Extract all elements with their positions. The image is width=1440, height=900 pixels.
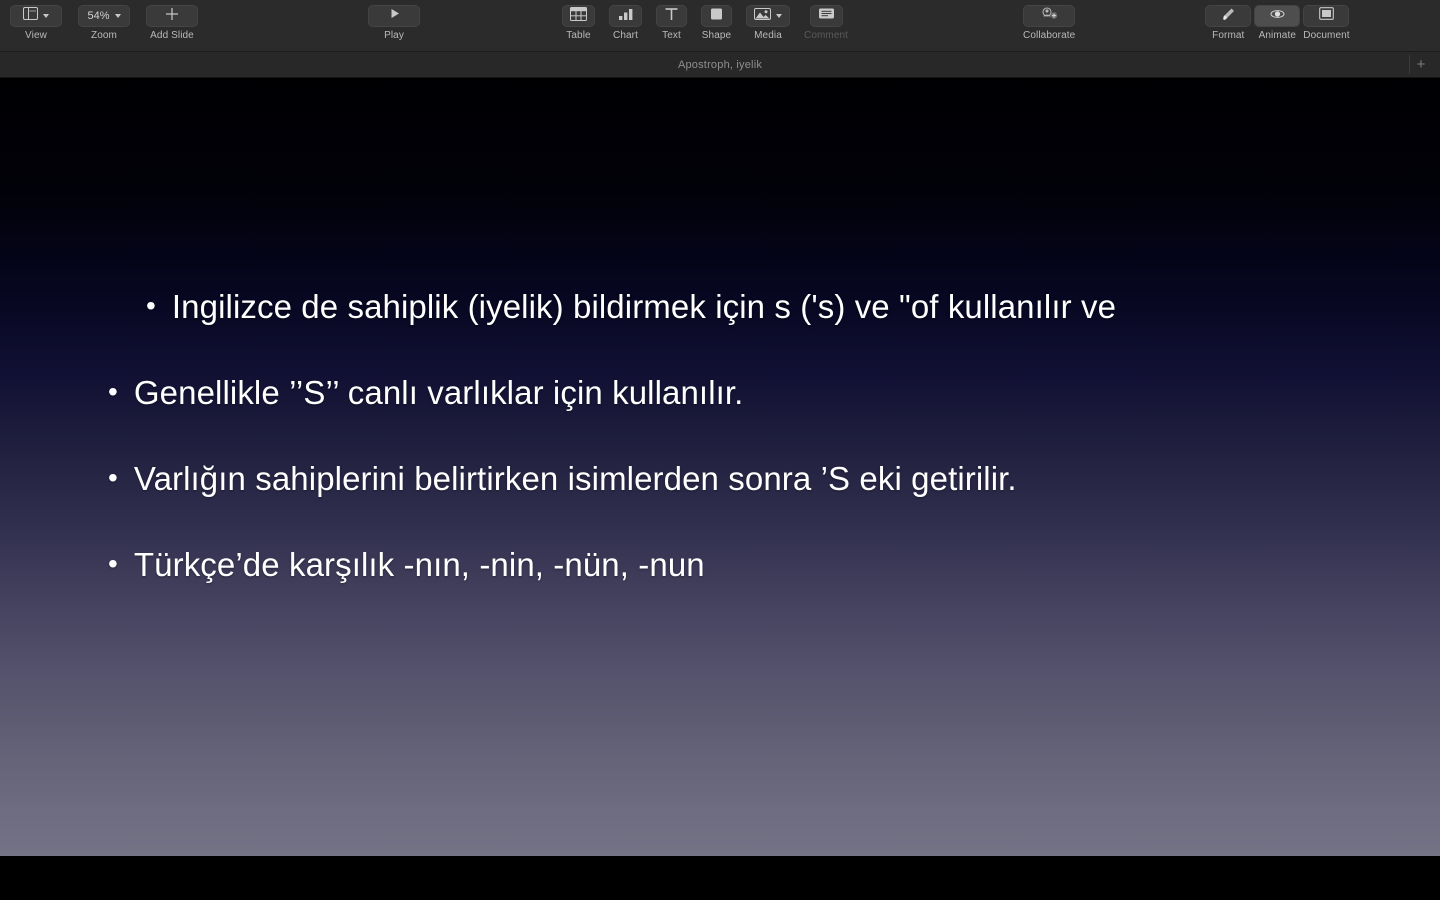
toolbar-item-text[interactable]: Text bbox=[656, 0, 687, 41]
main-toolbar: View 54% Zoom Add Slide Play Table Chart… bbox=[0, 0, 1440, 52]
media-label: Media bbox=[754, 30, 782, 41]
bullet-glyph: • bbox=[146, 290, 156, 321]
list-item[interactable]: • Genellikle ’’S’’ canlı varlıklar için … bbox=[0, 374, 1440, 413]
list-item[interactable]: • Türkçe’de karşılık -nın, -nin, -nün, -… bbox=[0, 546, 1440, 585]
animate-button[interactable] bbox=[1254, 5, 1301, 27]
person-add-icon bbox=[1040, 6, 1059, 26]
zoom-button[interactable]: 54% bbox=[78, 5, 130, 27]
chevron-down-icon bbox=[776, 14, 782, 18]
sidebar-layout-icon bbox=[23, 7, 38, 25]
toolbar-item-shape[interactable]: Shape bbox=[701, 0, 732, 41]
shape-label: Shape bbox=[701, 30, 732, 41]
toolbar-item-collaborate[interactable]: Collaborate bbox=[1023, 0, 1075, 41]
bullet-glyph: • bbox=[108, 461, 118, 493]
square-shape-icon bbox=[709, 7, 724, 26]
bullet-glyph: • bbox=[108, 547, 118, 579]
collaborate-label: Collaborate bbox=[1023, 30, 1076, 41]
format-label: Format bbox=[1212, 30, 1245, 41]
new-tab-button[interactable]: + bbox=[1410, 52, 1432, 77]
list-item-text: Türkçe’de karşılık -nın, -nin, -nün, -nu… bbox=[133, 545, 705, 583]
text-label: Text bbox=[662, 30, 681, 41]
media-button[interactable] bbox=[746, 5, 790, 27]
view-button[interactable] bbox=[10, 5, 62, 27]
toolbar-item-animate[interactable]: Animate bbox=[1254, 0, 1301, 41]
toolbar-item-chart[interactable]: Chart bbox=[609, 0, 642, 41]
list-item[interactable]: • Ingilizce de sahiplik (iyelik) bildirm… bbox=[0, 288, 1440, 327]
format-button[interactable] bbox=[1205, 5, 1252, 27]
list-item[interactable]: • Varlığın sahiplerini belirtirken isiml… bbox=[0, 460, 1440, 499]
toolbar-item-document[interactable]: Document bbox=[1303, 0, 1350, 41]
shape-button[interactable] bbox=[701, 5, 732, 27]
slide-canvas[interactable]: • Ingilizce de sahiplik (iyelik) bildirm… bbox=[0, 78, 1440, 899]
insert-group: Table Chart Text Shape Media Comment bbox=[562, 0, 848, 41]
document-icon bbox=[1319, 7, 1334, 25]
chevron-down-icon bbox=[43, 14, 49, 18]
comment-label: Comment bbox=[804, 30, 849, 41]
slide[interactable]: • Ingilizce de sahiplik (iyelik) bildirm… bbox=[0, 78, 1440, 856]
play-label: Play bbox=[384, 30, 404, 41]
document-title[interactable]: Apostroph, iyelik bbox=[678, 59, 762, 71]
toolbar-item-comment[interactable]: Comment bbox=[804, 0, 848, 41]
paintbrush-icon bbox=[1221, 7, 1236, 26]
zoom-value: 54% bbox=[87, 10, 110, 22]
list-item-text: Varlığın sahiplerini belirtirken isimler… bbox=[133, 459, 1017, 497]
collaborate-button[interactable] bbox=[1023, 5, 1076, 27]
document-label: Document bbox=[1303, 30, 1350, 41]
toolbar-item-play[interactable]: Play bbox=[368, 0, 420, 41]
table-label: Table bbox=[566, 30, 591, 41]
toolbar-item-view[interactable]: View bbox=[10, 0, 62, 41]
chart-button[interactable] bbox=[609, 5, 642, 27]
toolbar-item-zoom[interactable]: 54% Zoom bbox=[78, 0, 130, 41]
comment-icon bbox=[818, 7, 835, 26]
document-tab-bar: Apostroph, iyelik + bbox=[0, 52, 1440, 78]
toolbar-item-media[interactable]: Media bbox=[746, 0, 790, 41]
toolbar-item-format[interactable]: Format bbox=[1205, 0, 1252, 41]
text-button[interactable] bbox=[656, 5, 687, 27]
photo-icon bbox=[754, 7, 771, 26]
bullet-glyph: • bbox=[108, 375, 118, 407]
text-t-icon bbox=[664, 7, 679, 26]
add-slide-button[interactable] bbox=[146, 5, 198, 27]
animate-label: Animate bbox=[1258, 30, 1296, 41]
plus-icon bbox=[165, 7, 179, 26]
toolbar-item-table[interactable]: Table bbox=[562, 0, 595, 41]
inspector-group: Format Animate Document bbox=[1205, 0, 1350, 41]
play-triangle-icon bbox=[388, 7, 401, 25]
toolbar-item-add-slide[interactable]: Add Slide bbox=[146, 0, 198, 41]
animate-dot-icon bbox=[1269, 7, 1286, 26]
table-button[interactable] bbox=[562, 5, 595, 27]
slide-text-box[interactable]: • Ingilizce de sahiplik (iyelik) bildirm… bbox=[0, 288, 1440, 632]
zoom-label: Zoom bbox=[91, 30, 117, 41]
bar-chart-icon bbox=[617, 7, 634, 26]
play-button[interactable] bbox=[368, 5, 420, 27]
view-label: View bbox=[25, 30, 47, 41]
add-slide-label: Add Slide bbox=[150, 30, 194, 41]
chart-label: Chart bbox=[613, 30, 638, 41]
table-grid-icon bbox=[570, 6, 587, 26]
chevron-down-icon bbox=[114, 14, 121, 18]
list-item-text: Genellikle ’’S’’ canlı varlıklar için ku… bbox=[133, 373, 744, 411]
document-button[interactable] bbox=[1303, 5, 1350, 27]
comment-button[interactable] bbox=[809, 5, 843, 27]
list-item-text: Ingilizce de sahiplik (iyelik) bildirmek… bbox=[171, 288, 1117, 325]
